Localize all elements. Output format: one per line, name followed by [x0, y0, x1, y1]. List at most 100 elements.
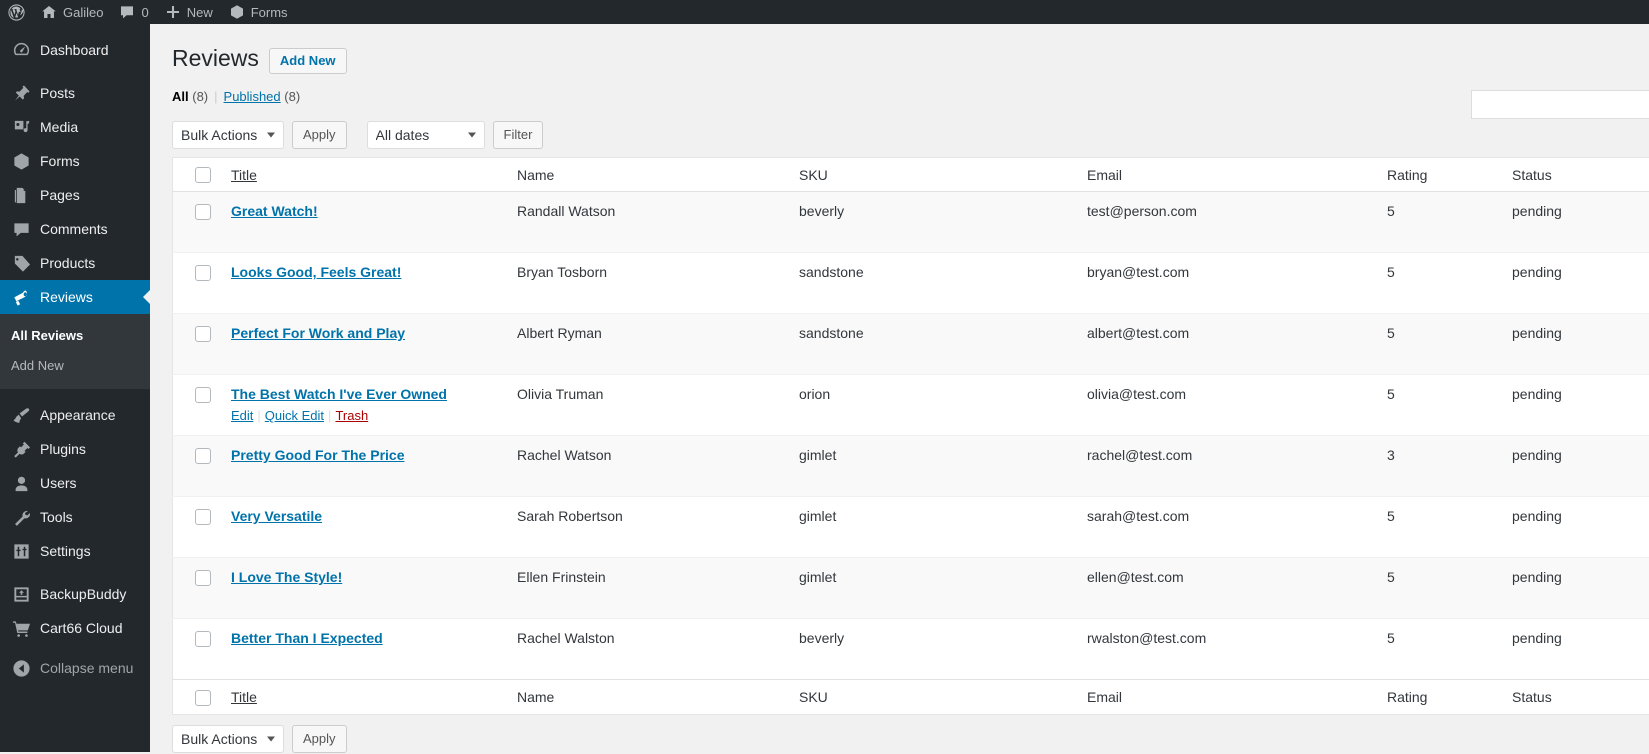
select-all-header[interactable]: [173, 158, 222, 192]
row-checkbox[interactable]: [195, 265, 211, 281]
table-row[interactable]: Pretty Good For The PriceEdit|Quick Edit…: [173, 436, 1649, 497]
comments-icon: [11, 219, 31, 239]
sidebar-item-backupbuddy[interactable]: BackupBuddy: [0, 577, 150, 611]
row-title-link[interactable]: I Love The Style!: [231, 568, 497, 586]
row-checkbox[interactable]: [195, 448, 211, 464]
apply-button-top[interactable]: Apply: [292, 121, 347, 149]
row-title-link[interactable]: Looks Good, Feels Great!: [231, 263, 497, 281]
row-checkbox[interactable]: [195, 387, 211, 403]
row-checkbox[interactable]: [195, 570, 211, 586]
table-row[interactable]: Great Watch!Edit|Quick Edit|TrashRandall…: [173, 192, 1649, 253]
row-action-edit[interactable]: Edit: [231, 408, 253, 423]
row-title-link[interactable]: The Best Watch I've Ever Owned: [231, 385, 497, 403]
row-rating-cell: 5: [1377, 497, 1502, 558]
row-checkbox[interactable]: [195, 326, 211, 342]
view-published-count: (8): [284, 87, 300, 107]
column-header-rating: Rating: [1377, 158, 1502, 192]
sidebar-item-media[interactable]: Media: [0, 110, 150, 144]
row-checkbox[interactable]: [195, 631, 211, 647]
table-row[interactable]: Perfect For Work and PlayEdit|Quick Edit…: [173, 314, 1649, 375]
submenu-item-all-reviews[interactable]: All Reviews: [0, 321, 150, 351]
view-published-link[interactable]: Published: [224, 87, 281, 107]
add-new-button[interactable]: Add New: [269, 48, 347, 74]
row-name-cell: Bryan Tosborn: [507, 253, 789, 314]
forms-menu-button[interactable]: Forms: [221, 0, 296, 24]
comments-count-label: 0: [141, 5, 148, 20]
row-action-quick-edit[interactable]: Quick Edit: [265, 408, 324, 423]
sidebar-item-forms[interactable]: Forms: [0, 144, 150, 178]
sidebar-item-products[interactable]: Products: [0, 246, 150, 280]
sidebar-item-comments[interactable]: Comments: [0, 212, 150, 246]
row-rating-cell: 3: [1377, 436, 1502, 497]
menu-spacer-top: [0, 24, 150, 33]
table-body: Great Watch!Edit|Quick Edit|TrashRandall…: [173, 192, 1649, 680]
search-input[interactable]: [1471, 90, 1649, 119]
admin-sidebar: Dashboard Posts Media Forms Pages Commen…: [0, 24, 150, 752]
sidebar-item-appearance[interactable]: Appearance: [0, 398, 150, 432]
filter-button[interactable]: Filter: [493, 121, 544, 149]
cart-icon: [11, 618, 31, 638]
row-select-cell[interactable]: [173, 436, 222, 497]
row-title-link[interactable]: Pretty Good For The Price: [231, 446, 497, 464]
row-select-cell[interactable]: [173, 375, 222, 436]
row-checkbox[interactable]: [195, 204, 211, 220]
bulk-actions-select-bottom[interactable]: Bulk Actions: [172, 725, 284, 753]
collapse-menu-button[interactable]: Collapse menu: [0, 651, 150, 685]
sidebar-item-settings[interactable]: Settings: [0, 534, 150, 568]
column-header-title-link[interactable]: Title: [231, 167, 257, 183]
comments-bubble-button[interactable]: 0: [111, 0, 156, 24]
row-status-cell: pending: [1502, 375, 1649, 436]
sidebar-item-users[interactable]: Users: [0, 466, 150, 500]
row-select-cell[interactable]: [173, 314, 222, 375]
table-row[interactable]: Better Than I ExpectedEdit|Quick Edit|Tr…: [173, 619, 1649, 680]
plus-icon: [165, 4, 181, 20]
select-all-footer-header[interactable]: [173, 680, 222, 714]
media-icon: [11, 117, 31, 137]
tablenav-top: Bulk Actions Apply All dates Filter: [172, 120, 1649, 150]
apply-button-bottom[interactable]: Apply: [292, 725, 347, 753]
column-footer-title[interactable]: Title: [221, 680, 507, 714]
site-name-button[interactable]: Galileo: [33, 0, 111, 24]
table-row[interactable]: I Love The Style!Edit|Quick Edit|TrashEl…: [173, 558, 1649, 619]
page-header: Reviews Add New: [172, 44, 1649, 73]
sidebar-item-plugins[interactable]: Plugins: [0, 432, 150, 466]
table-row[interactable]: Looks Good, Feels Great!Edit|Quick Edit|…: [173, 253, 1649, 314]
column-footer-rating: Rating: [1377, 680, 1502, 714]
sidebar-item-dashboard[interactable]: Dashboard: [0, 33, 150, 67]
sidebar-item-posts[interactable]: Posts: [0, 76, 150, 110]
row-select-cell[interactable]: [173, 253, 222, 314]
forms-icon: [11, 151, 31, 171]
wordpress-logo-button[interactable]: [0, 0, 33, 24]
select-all-checkbox-footer[interactable]: [195, 690, 211, 706]
row-select-cell[interactable]: [173, 192, 222, 253]
row-sku-cell: sandstone: [789, 314, 1077, 375]
row-rating-cell: 5: [1377, 619, 1502, 680]
row-select-cell[interactable]: [173, 497, 222, 558]
sidebar-item-tools[interactable]: Tools: [0, 500, 150, 534]
row-checkbox[interactable]: [195, 509, 211, 525]
date-filter-select[interactable]: All dates: [367, 121, 485, 149]
column-footer-title-link[interactable]: Title: [231, 689, 257, 705]
table-row[interactable]: Very VersatileEdit|Quick Edit|TrashSarah…: [173, 497, 1649, 558]
sidebar-item-pages[interactable]: Pages: [0, 178, 150, 212]
row-action-trash[interactable]: Trash: [335, 408, 368, 423]
row-title-link[interactable]: Great Watch!: [231, 202, 497, 220]
submenu-item-add-new[interactable]: Add New: [0, 351, 150, 381]
table-row[interactable]: The Best Watch I've Ever OwnedEdit|Quick…: [173, 375, 1649, 436]
sidebar-item-label: Plugins: [40, 442, 86, 456]
sidebar-item-reviews[interactable]: Reviews: [0, 280, 150, 314]
row-select-cell[interactable]: [173, 558, 222, 619]
row-select-cell[interactable]: [173, 619, 222, 680]
sidebar-item-cart66-cloud[interactable]: Cart66 Cloud: [0, 611, 150, 645]
new-content-button[interactable]: New: [157, 0, 221, 24]
view-all-link[interactable]: All: [172, 87, 189, 107]
row-email-cell: bryan@test.com: [1077, 253, 1377, 314]
bulk-actions-select[interactable]: Bulk Actions: [172, 121, 284, 149]
row-title-link[interactable]: Perfect For Work and Play: [231, 324, 497, 342]
select-all-checkbox[interactable]: [195, 167, 211, 183]
row-title-link[interactable]: Very Versatile: [231, 507, 497, 525]
row-title-link[interactable]: Better Than I Expected: [231, 629, 497, 647]
column-header-sku: SKU: [789, 158, 1077, 192]
column-header-title[interactable]: Title: [221, 158, 507, 192]
row-sku-cell: gimlet: [789, 497, 1077, 558]
